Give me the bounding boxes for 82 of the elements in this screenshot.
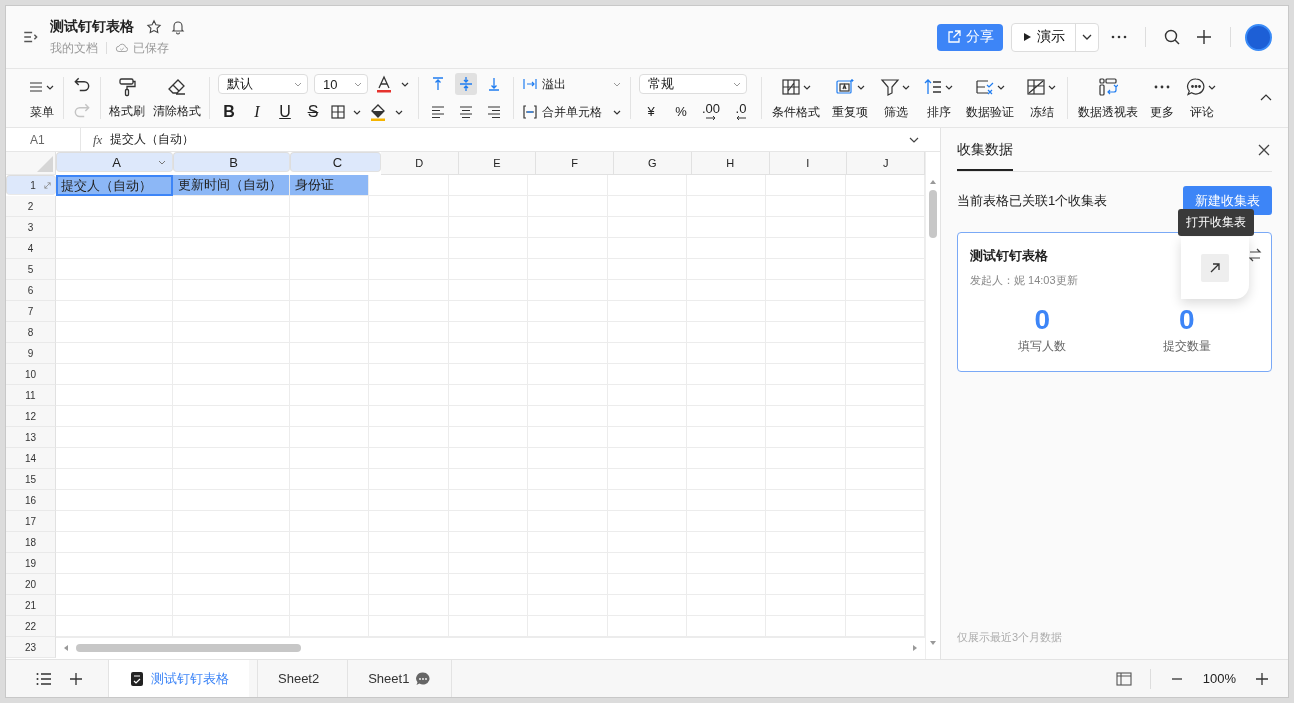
row-header[interactable]: 18 <box>6 532 56 553</box>
linked-forms-text: 当前表格已关联1个收集表 <box>957 191 1108 210</box>
toolbar-button[interactable]: 筛选 <box>883 103 908 121</box>
font-select[interactable]: 默认 <box>218 74 308 94</box>
column-header[interactable]: B <box>173 152 290 172</box>
row-header[interactable]: 12 <box>6 406 56 427</box>
toolbar-button[interactable]: 更多 <box>1150 103 1174 121</box>
stat-value: 0 <box>1178 304 1195 336</box>
share-button[interactable]: 分享 <box>937 23 1003 51</box>
row-header[interactable]: 17 <box>6 511 56 532</box>
stat-label: 提交数量 <box>1162 338 1211 355</box>
menu-label[interactable]: 菜单 <box>29 103 54 121</box>
cell-reference[interactable]: A1 <box>6 128 81 151</box>
formula-input[interactable]: 提交人（自动） <box>110 131 906 148</box>
zoom-level[interactable]: 100% <box>1202 671 1236 686</box>
row-header[interactable]: 14 <box>6 448 56 469</box>
card-title: 测试钉钉表格 <box>970 247 1049 265</box>
number-format-select[interactable]: 常规 <box>639 74 747 94</box>
row-header[interactable]: 23 <box>6 637 56 658</box>
toolbar-button[interactable]: 条件格式 <box>772 103 820 121</box>
column-header[interactable]: F <box>536 152 614 175</box>
row-header[interactable]: 22 <box>6 616 56 637</box>
column-header[interactable]: H <box>691 152 770 175</box>
number-format-button[interactable]: .0 <box>729 103 753 121</box>
row-header[interactable]: 3 <box>6 217 56 238</box>
merge-cells-button[interactable]: 合并单元格 <box>542 103 608 121</box>
number-format-button[interactable]: .00 <box>699 103 723 121</box>
format-painter-button[interactable]: 格式刷 <box>109 102 145 120</box>
row-header[interactable]: 8 <box>6 322 56 343</box>
column-header[interactable]: C <box>290 152 381 172</box>
column-header[interactable]: E <box>458 152 537 175</box>
font-size-select[interactable]: 10 <box>314 74 368 94</box>
toolbar-button[interactable]: 评论 <box>1189 103 1214 121</box>
table-cell[interactable]: 身份证 <box>290 175 370 196</box>
row-header[interactable]: 10 <box>6 364 56 385</box>
row-header[interactable]: 20 <box>6 574 56 595</box>
row-header[interactable]: 2 <box>6 196 56 217</box>
sheet-tab[interactable]: 测试钉钉表格 <box>108 660 249 697</box>
text-style-button[interactable]: I <box>246 103 268 121</box>
toolbar-button[interactable]: 冻结 <box>1029 103 1054 121</box>
save-status: 已保存 <box>133 39 169 57</box>
text-style-button[interactable]: B <box>218 103 240 121</box>
overflow-select[interactable]: 溢出 <box>542 75 608 93</box>
row-header[interactable]: 15 <box>6 469 56 490</box>
document-title: 测试钉钉表格 <box>50 17 134 36</box>
panel-tab[interactable]: 收集数据 <box>957 128 1013 171</box>
number-format-button[interactable]: ¥ <box>639 106 663 118</box>
text-style-button[interactable]: S <box>302 103 324 121</box>
toolbar-button[interactable]: 排序 <box>926 103 951 121</box>
row-header[interactable]: 21 <box>6 595 56 616</box>
row-header[interactable]: 1 <box>6 175 56 195</box>
column-header[interactable]: A <box>56 152 173 172</box>
row-header[interactable]: 16 <box>6 490 56 511</box>
row-header[interactable]: 13 <box>6 427 56 448</box>
row-header[interactable]: 7 <box>6 301 56 322</box>
row-header[interactable]: 4 <box>6 238 56 259</box>
table-cell[interactable]: 更新时间（自动） <box>173 175 290 196</box>
stat-label: 填写人数 <box>1018 338 1067 355</box>
tooltip: 打开收集表 <box>1178 209 1254 236</box>
row-header[interactable]: 6 <box>6 280 56 301</box>
toolbar-button[interactable]: 重复项 <box>832 103 868 121</box>
sheet-tab[interactable]: Sheet2 <box>257 660 340 697</box>
row-header[interactable]: 11 <box>6 385 56 406</box>
function-label: fx <box>93 131 103 148</box>
row-header[interactable]: 5 <box>6 259 56 280</box>
text-style-button[interactable]: U <box>274 103 296 121</box>
column-header[interactable]: D <box>380 152 459 175</box>
card-meta: 发起人：妮 14:03更新 <box>970 273 1079 288</box>
row-header[interactable]: 19 <box>6 553 56 574</box>
row-header[interactable]: 9 <box>6 343 56 364</box>
column-header[interactable]: G <box>614 152 692 175</box>
form-card[interactable]: 测试钉钉表格 发起人：妮 14:03更新 0 填写人数 0 提交数量 <box>957 232 1272 372</box>
toolbar-button[interactable]: 数据透视表 <box>1078 103 1138 121</box>
clear-format-button[interactable]: 清除格式 <box>153 102 201 120</box>
number-format-button[interactable]: % <box>669 106 693 118</box>
toolbar-button[interactable]: 数据验证 <box>966 103 1014 121</box>
table-cell[interactable]: 提交人（自动） <box>56 175 173 196</box>
column-header[interactable]: J <box>847 152 925 175</box>
footnote: 仅展示最近3个月数据 <box>957 630 1064 645</box>
column-header[interactable]: I <box>769 152 848 175</box>
sheet-tab[interactable]: Sheet1 <box>347 660 453 697</box>
stat-value: 0 <box>1034 304 1051 336</box>
